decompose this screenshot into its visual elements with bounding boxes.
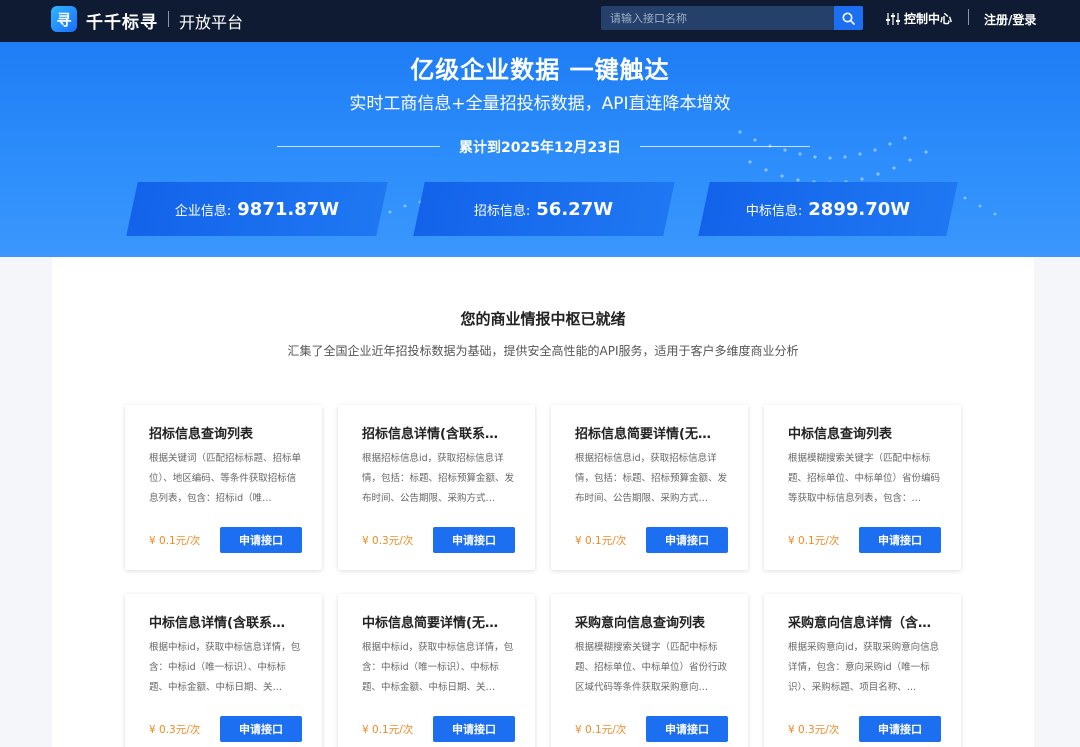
api-card[interactable]: 中标信息简要详情(无… 根据中标id，获取中标信息详情，包含：中标id（唯一标识… — [338, 594, 535, 747]
card-price: ¥ 0.1元/次 — [788, 535, 840, 547]
card-title[interactable]: 采购意向信息查询列表 — [575, 612, 735, 631]
card-description: 根据中标id，获取中标信息详情，包含：中标id（唯一标识）、中标标题、中标金额、… — [149, 642, 301, 693]
card-description: 根据关键词（匹配招标标题、招标单位）、地区编码、等条件获取招标信息列表，包含：招… — [149, 453, 301, 504]
section-description: 汇集了全国企业近年招投标数据为基础，提供安全高性能的API服务，适用于客户多维度… — [287, 344, 799, 358]
card-price: ¥ 0.1元/次 — [149, 535, 201, 547]
api-card[interactable]: 采购意向信息查询列表 根据模糊搜索关键字（匹配中标标题、招标单位、中标单位）省份… — [551, 594, 748, 747]
card-title[interactable]: 中标信息查询列表 — [788, 423, 948, 442]
sliders-icon — [886, 12, 900, 25]
api-card[interactable]: 招标信息简要详情(无… 根据招标信息id，获取招标信息详情，包括：标题、招标预算… — [551, 405, 748, 570]
login-register-link[interactable]: 注册/登录 — [984, 11, 1036, 28]
card-price: ¥ 0.3元/次 — [788, 724, 840, 736]
card-price: ¥ 0.3元/次 — [362, 535, 414, 547]
stat-value: 2899.70W — [808, 198, 911, 220]
api-card[interactable]: 招标信息查询列表 根据关键词（匹配招标标题、招标单位）、地区编码、等条件获取招标… — [125, 405, 322, 570]
stat-label: 企业信息: — [174, 203, 232, 219]
search-box — [601, 6, 863, 30]
stats-date: 累计到2025年12月23日 — [459, 140, 621, 156]
card-title[interactable]: 中标信息详情(含联系… — [149, 612, 309, 631]
apply-api-button[interactable]: 申请接口 — [220, 527, 302, 553]
date-line-right — [640, 146, 810, 147]
api-card[interactable]: 中标信息查询列表 根据模糊搜索关键字（匹配中标标题、招标单位、中标单位）省份编码… — [764, 405, 961, 570]
search-icon — [842, 12, 855, 25]
card-price: ¥ 0.1元/次 — [362, 724, 414, 736]
card-description: 根据招标信息id，获取招标信息详情，包括：标题、招标预算金额、发布时间、公告期限… — [362, 453, 514, 504]
hero-subtitle: 实时工商信息+全量招投标数据，API直连降本增效 — [349, 94, 731, 114]
card-price: ¥ 0.1元/次 — [575, 535, 627, 547]
api-card[interactable]: 招标信息详情(含联系… 根据招标信息id，获取招标信息详情，包括：标题、招标预算… — [338, 405, 535, 570]
search-input[interactable] — [601, 6, 834, 30]
hero-banner: 亿级企业数据 一键触达 实时工商信息+全量招投标数据，API直连降本增效 累计到… — [0, 42, 1080, 257]
card-title[interactable]: 采购意向信息详情（含… — [788, 612, 948, 631]
card-price: ¥ 0.1元/次 — [575, 724, 627, 736]
card-description: 根据模糊搜索关键字（匹配中标标题、招标单位、中标单位）省份编码等获取中标信息列表… — [788, 453, 940, 504]
stat-tender: 招标信息: 56.27W — [413, 182, 675, 236]
card-description: 根据招标信息id，获取招标信息详情，包括：标题、招标预算金额、发布时间、公告期限… — [575, 453, 727, 504]
search-button[interactable] — [834, 6, 863, 30]
apply-api-button[interactable]: 申请接口 — [859, 716, 941, 742]
apply-api-button[interactable]: 申请接口 — [859, 527, 941, 553]
stat-enterprise: 企业信息: 9871.87W — [126, 182, 388, 236]
top-navbar: 寻 千千标寻 开放平台 控制中心 注册/登录 — [0, 0, 1080, 42]
main-content: 您的商业情报中枢已就绪 汇集了全国企业近年招投标数据为基础，提供安全高性能的AP… — [52, 257, 1034, 747]
control-center-label: 控制中心 — [904, 12, 953, 26]
stat-bid-win: 中标信息: 2899.70W — [698, 182, 958, 236]
card-title[interactable]: 招标信息查询列表 — [149, 423, 309, 442]
hero-title: 亿级企业数据 一键触达 — [410, 56, 670, 84]
card-title[interactable]: 招标信息详情(含联系… — [362, 423, 522, 442]
brand-divider — [168, 11, 169, 27]
stat-value: 56.27W — [536, 198, 614, 220]
card-description: 根据模糊搜索关键字（匹配中标标题、招标单位、中标单位）省份行政区域代码等条件获取… — [575, 642, 727, 693]
card-price: ¥ 0.3元/次 — [149, 724, 201, 736]
apply-api-button[interactable]: 申请接口 — [433, 716, 515, 742]
stat-label: 招标信息: — [474, 203, 531, 219]
apply-api-button[interactable]: 申请接口 — [646, 527, 728, 553]
section-title: 您的商业情报中枢已就绪 — [460, 310, 626, 328]
api-card[interactable]: 采购意向信息详情（含… 根据采购意向id，获取采购意向信息详情，包含：意向采购i… — [764, 594, 961, 747]
control-center-link[interactable]: 控制中心 — [886, 10, 952, 27]
stat-value: 9871.87W — [237, 198, 340, 220]
header-divider — [968, 9, 969, 25]
card-title[interactable]: 中标信息简要详情(无… — [362, 612, 522, 631]
apply-api-button[interactable]: 申请接口 — [220, 716, 302, 742]
logo-icon[interactable]: 寻 — [51, 6, 77, 32]
card-description: 根据中标id，获取中标信息详情，包含：中标id（唯一标识）、中标标题、中标金额、… — [362, 642, 514, 693]
stat-label: 中标信息: — [745, 203, 803, 219]
api-card[interactable]: 中标信息详情(含联系… 根据中标id，获取中标信息详情，包含：中标id（唯一标识… — [125, 594, 322, 747]
platform-name: 开放平台 — [179, 13, 244, 32]
brand-name[interactable]: 千千标寻 — [86, 8, 158, 33]
apply-api-button[interactable]: 申请接口 — [646, 716, 728, 742]
card-description: 根据采购意向id，获取采购意向信息详情，包含：意向采购id（唯一标识）、采购标题… — [788, 642, 940, 693]
apply-api-button[interactable]: 申请接口 — [433, 527, 515, 553]
card-title[interactable]: 招标信息简要详情(无… — [575, 423, 735, 442]
